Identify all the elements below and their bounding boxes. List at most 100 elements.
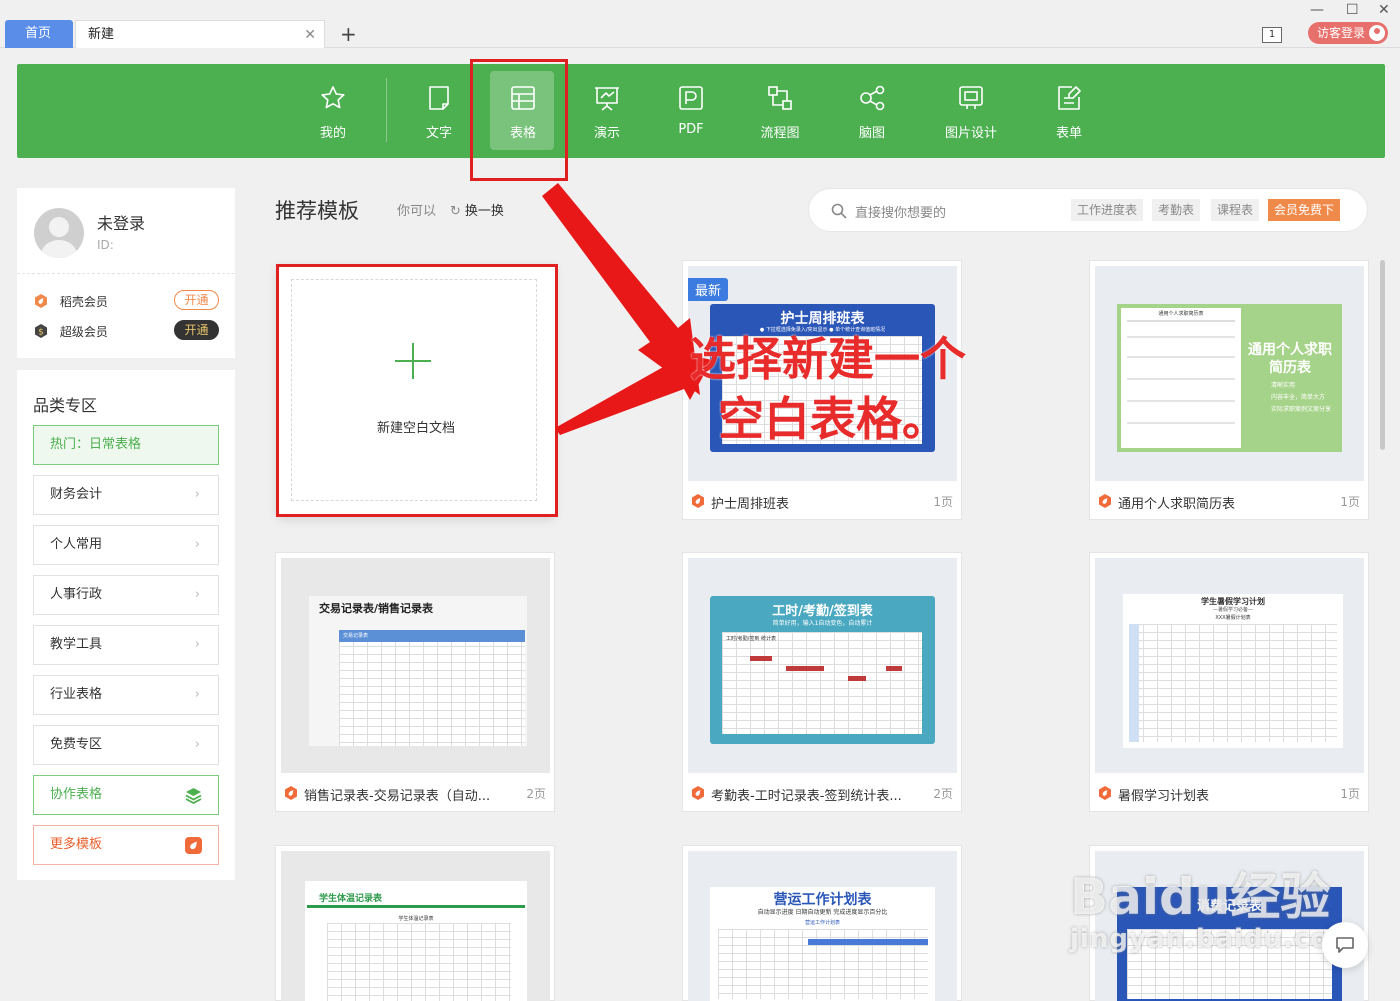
thumb-table — [339, 630, 525, 746]
docer-vip-icon — [35, 294, 47, 308]
vip-free-tag[interactable]: 会员免费下 — [1268, 199, 1341, 221]
thumb-title: 通用个人求职简历表 — [1158, 311, 1204, 317]
nav-mindmap[interactable]: 脑图 — [832, 64, 912, 158]
arrow-down-icon — [542, 183, 700, 395]
super-vip-open-button[interactable]: 开通 — [174, 320, 219, 340]
search-tag[interactable]: 工作进度表 — [1071, 199, 1144, 221]
divider — [17, 273, 235, 274]
vertical-scrollbar[interactable] — [1380, 260, 1385, 450]
annotation-text-line1: 选择新建一个 — [690, 332, 966, 386]
user-name[interactable]: 未登录 — [97, 210, 145, 234]
chevron-right-icon: › — [194, 487, 200, 502]
nav-presentation[interactable]: 演示 — [567, 64, 647, 158]
minimize-icon[interactable]: — — [1310, 2, 1324, 18]
template-card[interactable]: 交易记录表/销售记录表 交易记录表 销售记录表-交易记录表（自动... 2页 — [275, 552, 555, 812]
document-icon — [429, 86, 449, 110]
template-thumbnail: 工时/考勤/签到表 简单好用，输入1自动变色，自动累计 工时/考勤/签到 统计表 — [688, 558, 957, 773]
thumb-label: XXX暑假计划表 — [1215, 615, 1251, 621]
tab-new[interactable]: 新建 ✕ — [75, 20, 325, 48]
feedback-button[interactable] — [1322, 922, 1368, 968]
category-hot[interactable]: 热门：日常表格 — [33, 425, 219, 465]
chevron-right-icon: › — [194, 537, 200, 552]
search-tag[interactable]: 课程表 — [1211, 199, 1260, 221]
category-free[interactable]: 免费专区 › — [33, 725, 219, 765]
thumb-feature: 实际求职案例文案分享 — [1271, 406, 1332, 413]
thumb-subtitle: 交易记录表 — [343, 633, 369, 639]
thumb-mark — [750, 656, 772, 661]
category-teaching[interactable]: 教学工具 › — [33, 625, 219, 665]
category-label: 个人常用 — [50, 537, 103, 552]
thumb-resume-page: 通用个人求职简历表 — [1121, 308, 1241, 448]
pdf-icon — [679, 86, 703, 110]
layers-icon — [185, 788, 202, 804]
docer-vip-label: 稻壳会员 — [59, 295, 108, 309]
template-card[interactable]: 工时/考勤/签到表 简单好用，输入1自动变色，自动累计 工时/考勤/签到 统计表… — [682, 552, 962, 812]
category-personal[interactable]: 个人常用 › — [33, 525, 219, 565]
chevron-right-icon: › — [194, 687, 200, 702]
search-input[interactable]: 直接搜你想要的 — [855, 202, 946, 221]
more-templates-label: 更多模板 — [50, 837, 103, 852]
refresh-icon: ↻ — [450, 204, 461, 219]
nav-flowchart[interactable]: 流程图 — [740, 64, 820, 158]
template-pages: 1页 — [933, 495, 953, 509]
thumb-subtitle: —暑假学习必备— — [1212, 607, 1253, 613]
nav-mine[interactable]: 我的 — [293, 64, 373, 158]
user-id: ID: — [97, 238, 114, 252]
docer-logo-icon — [692, 786, 704, 800]
docer-logo-icon — [285, 786, 297, 800]
thumb-feature: 内容丰全，简单大方 — [1271, 394, 1326, 401]
search-tag[interactable]: 考勤表 — [1152, 199, 1201, 221]
category-label: 免费专区 — [50, 737, 103, 752]
nav-pdf[interactable]: PDF — [651, 64, 731, 158]
form-icon — [1058, 86, 1081, 110]
guest-login-button[interactable]: 访客登录 — [1308, 22, 1388, 44]
template-card[interactable]: 营运工作计划表 自动显示进度 日期自动更新 完成进度显示百分比 营运工作计划表 — [682, 845, 962, 1001]
close-window-icon[interactable]: ✕ — [1378, 2, 1390, 18]
thumb-title: 护士周排班表 — [780, 311, 865, 327]
new-tab-button[interactable]: + — [340, 22, 357, 46]
template-pages: 2页 — [526, 787, 546, 801]
chevron-right-icon: › — [194, 637, 200, 652]
close-tab-icon[interactable]: ✕ — [304, 21, 316, 49]
user-card: 未登录 ID: 稻壳会员 开通 $ 超级会员 开通 — [17, 188, 235, 358]
thumb-table — [327, 923, 511, 1001]
category-industry[interactable]: 行业表格 › — [33, 675, 219, 715]
category-finance[interactable]: 财务会计 › — [33, 475, 219, 515]
super-vip-icon: $ — [35, 324, 47, 338]
template-card[interactable]: 学生体温记录表 学生体温记录表 — [275, 845, 555, 1001]
chat-icon — [1336, 937, 1354, 953]
thumb-mark — [886, 666, 902, 671]
template-title: 暑假学习计划表 — [1118, 789, 1210, 804]
template-title: 考勤表-工时记录表-签到统计表... — [711, 789, 902, 804]
nav-form[interactable]: 表单 — [1029, 64, 1109, 158]
category-hr[interactable]: 人事行政 › — [33, 575, 219, 615]
maximize-icon[interactable]: ☐ — [1346, 2, 1359, 18]
thumb-title: 交易记录表/销售记录表 — [319, 602, 434, 615]
nav-image-design-label: 图片设计 — [944, 126, 997, 141]
window-count-badge[interactable]: 1 — [1262, 27, 1282, 43]
template-thumbnail: 通用个人求职简历表 通用个人求职简历表 清晰实用 内容丰全，简单大方 实际求职案… — [1095, 266, 1364, 481]
newest-badge: 最新 — [688, 278, 729, 301]
collab-sheet-button[interactable]: 协作表格 — [33, 775, 219, 815]
chevron-right-icon: › — [194, 737, 200, 752]
thumb-table — [1129, 624, 1337, 742]
refresh-label: 换一换 — [464, 204, 504, 219]
watermark-url: jingyan.baidu.com — [1070, 924, 1358, 954]
template-search[interactable]: 直接搜你想要的 工作进度表 考勤表 课程表 会员免费下 — [808, 188, 1368, 232]
docer-vip-open-button[interactable]: 开通 — [174, 290, 219, 310]
category-label: 行业表格 — [50, 687, 103, 702]
refresh-button[interactable]: ↻ 换一换 — [450, 200, 504, 219]
nav-writer[interactable]: 文字 — [399, 64, 479, 158]
flowchart-icon — [768, 86, 792, 110]
nav-image-design[interactable]: 图片设计 — [931, 64, 1011, 158]
svg-text:$: $ — [38, 328, 44, 338]
avatar[interactable] — [34, 208, 84, 258]
thumb-label: 营运工作计划表 — [804, 920, 840, 926]
watermark: Baidu经验 jingyan.baidu.com — [1070, 870, 1357, 954]
more-templates-button[interactable]: 更多模板 — [33, 825, 219, 865]
template-card[interactable]: 学生暑假学习计划 —暑假学习必备— XXX暑假计划表 暑假学习计划表 1页 — [1089, 552, 1369, 812]
template-card[interactable]: 通用个人求职简历表 通用个人求职简历表 清晰实用 内容丰全，简单大方 实际求职案… — [1089, 260, 1369, 520]
thumb-gantt-bar — [808, 939, 928, 945]
thumb-mark — [848, 676, 866, 681]
tab-home[interactable]: 首页 — [5, 20, 73, 48]
